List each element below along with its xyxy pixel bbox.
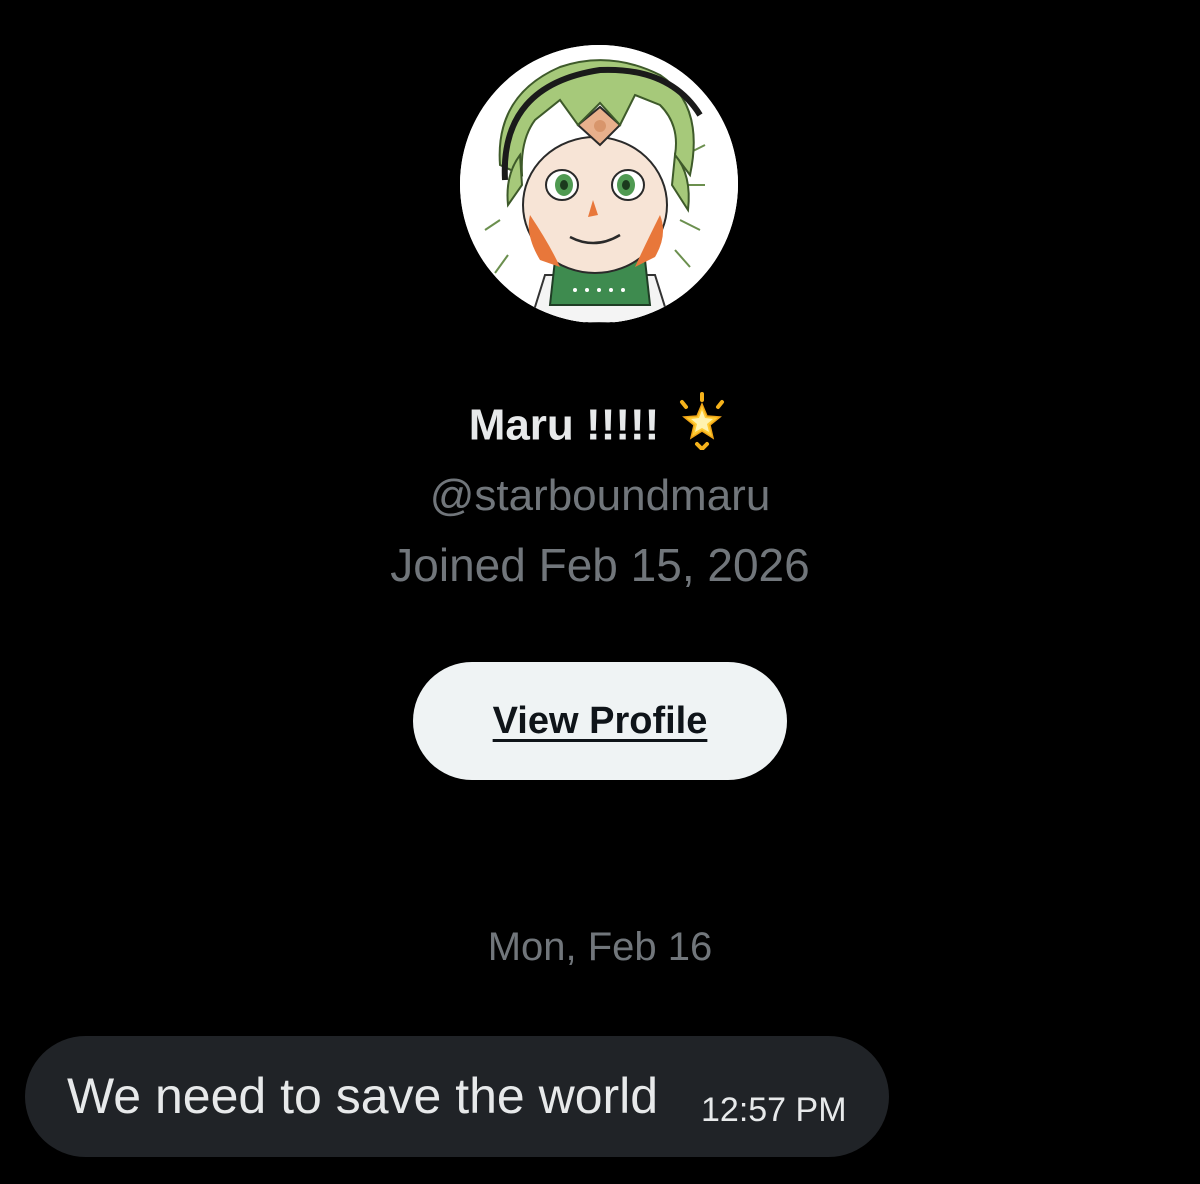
view-profile-button[interactable]: View Profile bbox=[413, 662, 787, 780]
message-bubble[interactable]: We need to save the world 12:57 PM bbox=[25, 1036, 889, 1157]
glowing-star-icon bbox=[673, 392, 731, 452]
joined-date: Joined Feb 15, 2026 bbox=[390, 539, 810, 591]
message-timestamp: 12:57 PM bbox=[701, 1091, 847, 1129]
display-name: Maru !!!!! bbox=[0, 392, 1200, 455]
date-separator: Mon, Feb 16 bbox=[487, 925, 713, 969]
message-text: We need to save the world bbox=[67, 1068, 659, 1124]
avatar[interactable] bbox=[460, 45, 738, 323]
user-handle: @starboundmaru bbox=[429, 471, 771, 520]
display-name-text: Maru !!!!! bbox=[468, 400, 660, 450]
view-profile-label: View Profile bbox=[492, 699, 708, 742]
